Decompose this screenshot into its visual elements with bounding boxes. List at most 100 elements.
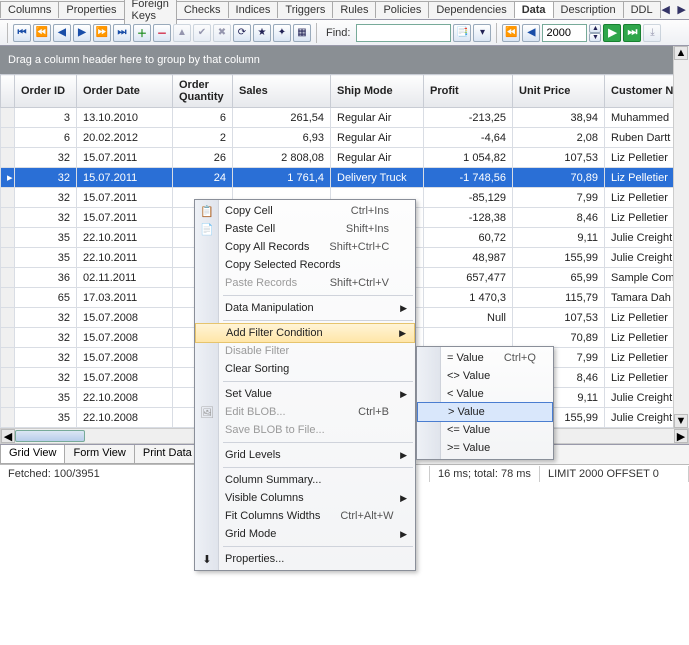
- tab-indices[interactable]: Indices: [228, 1, 279, 18]
- cell[interactable]: 60,72: [424, 228, 513, 248]
- cell[interactable]: 32: [15, 368, 77, 388]
- menu-item-paste-cell[interactable]: 📄Paste CellShift+Ins: [195, 220, 415, 238]
- cell[interactable]: 7,99: [513, 188, 605, 208]
- view-tab-form-view[interactable]: Form View: [64, 445, 134, 464]
- cell[interactable]: 6: [173, 108, 233, 128]
- menu-item-clear-sorting[interactable]: Clear Sorting: [195, 360, 415, 378]
- cell[interactable]: 1 054,82: [424, 148, 513, 168]
- insert-record-button[interactable]: ＋: [133, 24, 151, 42]
- cell[interactable]: 22.10.2011: [77, 228, 173, 248]
- cell[interactable]: -213,25: [424, 108, 513, 128]
- cell[interactable]: Delivery Truck: [331, 168, 424, 188]
- edit-record-button[interactable]: ▲: [173, 24, 191, 42]
- tab-scroll-right-icon[interactable]: ▶: [676, 4, 688, 16]
- cell[interactable]: -128,38: [424, 208, 513, 228]
- find-input[interactable]: [356, 24, 451, 42]
- page-back-button[interactable]: ◀: [522, 24, 540, 42]
- cell[interactable]: 15.07.2008: [77, 308, 173, 328]
- cell[interactable]: 65: [15, 288, 77, 308]
- go-next-button[interactable]: ▶: [603, 24, 621, 42]
- table-row[interactable]: 3215.07.2011262 808,08Regular Air1 054,8…: [1, 148, 689, 168]
- submenu-item-value[interactable]: > Value: [417, 402, 553, 422]
- go-last-button[interactable]: ⏭: [623, 24, 641, 42]
- cell[interactable]: 657,477: [424, 268, 513, 288]
- scroll-right-icon[interactable]: ▶: [674, 429, 688, 443]
- bookmark-button[interactable]: ★: [253, 24, 271, 42]
- filter-submenu[interactable]: = ValueCtrl+Q<> Value< Value> Value<= Va…: [416, 346, 554, 460]
- cell[interactable]: 155,99: [513, 248, 605, 268]
- menu-item-column-summary[interactable]: Column Summary...: [195, 471, 415, 489]
- cell[interactable]: 2: [173, 128, 233, 148]
- column-header[interactable]: Order Quantity: [173, 75, 233, 108]
- cell[interactable]: -1 748,56: [424, 168, 513, 188]
- cell[interactable]: 1 470,3: [424, 288, 513, 308]
- first-record-button[interactable]: ⏮: [13, 24, 31, 42]
- column-header[interactable]: Order ID: [15, 75, 77, 108]
- cell[interactable]: 8,46: [513, 208, 605, 228]
- cell[interactable]: 26: [173, 148, 233, 168]
- table-row[interactable]: ▸3215.07.2011241 761,4Delivery Truck-1 7…: [1, 168, 689, 188]
- cell[interactable]: 3: [15, 108, 77, 128]
- column-header[interactable]: Sales: [233, 75, 331, 108]
- cell[interactable]: 115,79: [513, 288, 605, 308]
- page-prev-button[interactable]: ⏪: [502, 24, 520, 42]
- cell[interactable]: 65,99: [513, 268, 605, 288]
- context-menu[interactable]: 📋Copy CellCtrl+Ins📄Paste CellShift+InsCo…: [194, 199, 416, 571]
- cell[interactable]: [424, 328, 513, 348]
- table-row[interactable]: 313.10.20106261,54Regular Air-213,2538,9…: [1, 108, 689, 128]
- menu-item-data-manipulation[interactable]: Data Manipulation▶: [195, 299, 415, 317]
- last-record-button[interactable]: ⏭: [113, 24, 131, 42]
- tab-rules[interactable]: Rules: [332, 1, 376, 18]
- filter-button[interactable]: ▦: [293, 24, 311, 42]
- tab-triggers[interactable]: Triggers: [277, 1, 333, 18]
- cell[interactable]: 9,11: [513, 228, 605, 248]
- cell[interactable]: -4,64: [424, 128, 513, 148]
- cell[interactable]: 6: [15, 128, 77, 148]
- cell[interactable]: 32: [15, 148, 77, 168]
- cell[interactable]: 32: [15, 188, 77, 208]
- cell[interactable]: Null: [424, 308, 513, 328]
- tab-columns[interactable]: Columns: [0, 1, 59, 18]
- scroll-down-icon[interactable]: ▼: [674, 414, 688, 428]
- tab-data[interactable]: Data: [514, 1, 554, 18]
- submenu-item-value[interactable]: >= Value: [417, 439, 553, 457]
- next-record-button[interactable]: ▶: [73, 24, 91, 42]
- menu-item-copy-all-records[interactable]: Copy All RecordsShift+Ctrl+C: [195, 238, 415, 256]
- tab-description[interactable]: Description: [553, 1, 624, 18]
- cell[interactable]: 107,53: [513, 148, 605, 168]
- cell[interactable]: 36: [15, 268, 77, 288]
- menu-item-visible-columns[interactable]: Visible Columns▶: [195, 489, 415, 507]
- cell[interactable]: 2,08: [513, 128, 605, 148]
- cancel-edit-button[interactable]: ✖: [213, 24, 231, 42]
- cell[interactable]: Regular Air: [331, 148, 424, 168]
- submenu-item-value[interactable]: < Value: [417, 385, 553, 403]
- next-page-button[interactable]: ⏩: [93, 24, 111, 42]
- cell[interactable]: 48,987: [424, 248, 513, 268]
- cell[interactable]: 2 808,08: [233, 148, 331, 168]
- cell[interactable]: 22.10.2011: [77, 248, 173, 268]
- menu-item-add-filter-condition[interactable]: Add Filter Condition▶: [195, 323, 415, 343]
- scroll-left-icon[interactable]: ◀: [1, 429, 15, 443]
- limit-input[interactable]: [542, 24, 587, 42]
- vertical-scrollbar[interactable]: ▲: [673, 46, 689, 74]
- cell[interactable]: -85,129: [424, 188, 513, 208]
- cell[interactable]: 35: [15, 228, 77, 248]
- goto-bookmark-button[interactable]: ✦: [273, 24, 291, 42]
- prev-record-button[interactable]: ◀: [53, 24, 71, 42]
- tab-policies[interactable]: Policies: [375, 1, 429, 18]
- limit-up-button[interactable]: ▲: [589, 24, 601, 33]
- view-tab-grid-view[interactable]: Grid View: [0, 445, 65, 464]
- scroll-thumb[interactable]: [15, 430, 85, 442]
- cell[interactable]: 35: [15, 388, 77, 408]
- post-edit-button[interactable]: ✔: [193, 24, 211, 42]
- vertical-scrollbar[interactable]: ▼: [673, 74, 689, 428]
- find-dropdown-button[interactable]: ▾: [473, 24, 491, 42]
- cell[interactable]: 24: [173, 168, 233, 188]
- tab-ddl[interactable]: DDL: [623, 1, 661, 18]
- cell[interactable]: Regular Air: [331, 108, 424, 128]
- menu-item-set-value[interactable]: Set Value▶: [195, 385, 415, 403]
- cell[interactable]: 22.10.2008: [77, 408, 173, 428]
- cell[interactable]: 32: [15, 348, 77, 368]
- tab-foreign-keys[interactable]: Foreign Keys: [124, 0, 177, 24]
- tab-scroll-left-icon[interactable]: ◀: [660, 4, 672, 16]
